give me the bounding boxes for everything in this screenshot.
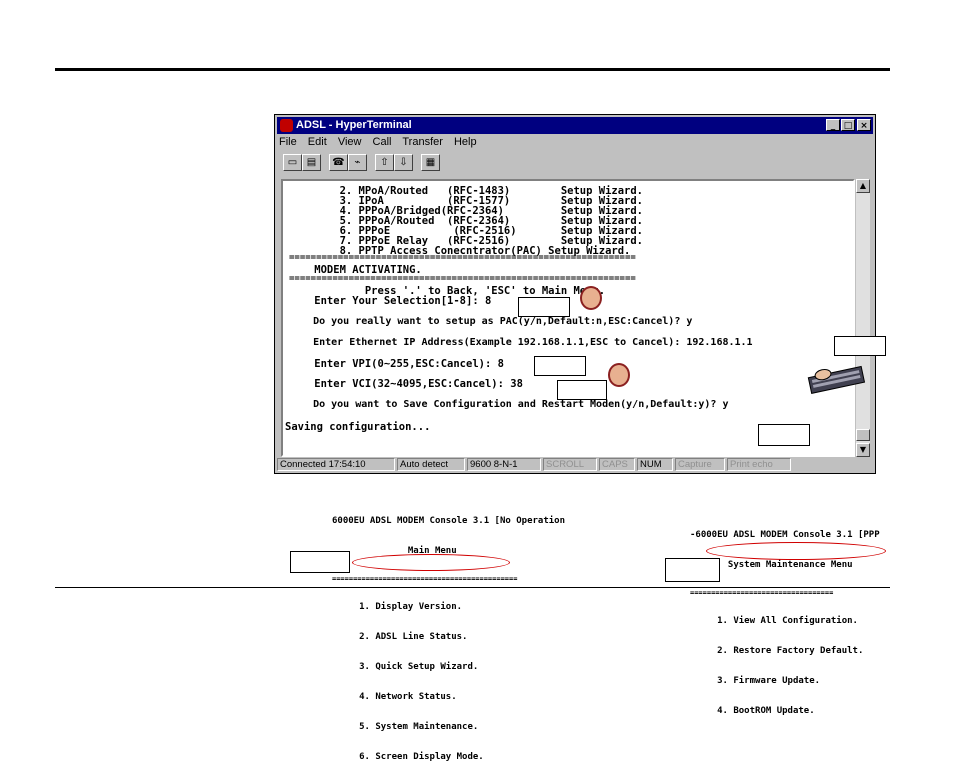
scroll-down-icon[interactable]: ▼ — [856, 443, 870, 457]
status-scroll: SCROLL — [543, 458, 597, 471]
separator-line: ========================================… — [289, 253, 636, 263]
maximize-button[interactable]: □ — [841, 119, 855, 131]
menu-view[interactable]: View — [338, 136, 362, 148]
terminal-line: Enter VCI(32~4095,ESC:Cancel): 38 — [289, 378, 523, 390]
minimize-button[interactable]: _ — [826, 119, 840, 131]
title-bar[interactable]: ADSL - HyperTerminal _ □ × — [277, 117, 873, 134]
console-item: 3. Quick Setup Wizard. — [332, 662, 479, 672]
status-num: NUM — [637, 458, 673, 471]
operator-head-icon — [608, 363, 630, 387]
callout-box — [758, 424, 810, 446]
callout-box — [834, 336, 886, 356]
vertical-scrollbar[interactable]: ▲ ▼ — [856, 179, 870, 457]
callout-box — [665, 558, 720, 582]
status-bar: Connected 17:54:10 Auto detect 9600 8-N-… — [277, 458, 873, 472]
dial-icon[interactable]: ☎ — [329, 154, 348, 171]
menu-bar: File Edit View Call Transfer Help — [279, 136, 485, 151]
console-main-menu: 6000EU ADSL MODEM Console 3.1 [No Operat… — [332, 496, 565, 772]
console-item: 1. Display Version. — [332, 602, 463, 612]
console-title: -6000EU ADSL MODEM Console 3.1 [PPP — [690, 530, 880, 540]
window-title: ADSL - HyperTerminal — [296, 119, 412, 131]
top-rule — [55, 68, 890, 71]
status-capture: Capture — [675, 458, 725, 471]
console-title: 6000EU ADSL MODEM Console 3.1 [No Operat… — [332, 516, 565, 526]
properties-icon[interactable]: ▦ — [421, 154, 440, 171]
console-item: 2. Restore Factory Default. — [690, 646, 864, 656]
separator-line: ========================================… — [332, 575, 518, 583]
menu-transfer[interactable]: Transfer — [402, 136, 443, 148]
console-item: 1. View All Configuration. — [690, 616, 858, 626]
callout-box — [557, 380, 607, 400]
console-item: 4. Network Status. — [332, 692, 457, 702]
scroll-up-icon[interactable]: ▲ — [856, 179, 870, 193]
separator-line: ========================================… — [289, 274, 636, 284]
receive-icon[interactable]: ⇩ — [394, 154, 413, 171]
toolbar: ▭ ▤ ☎ ⌁ ⇧ ⇩ ▦ — [279, 153, 871, 175]
menu-file[interactable]: File — [279, 136, 297, 148]
menu-help[interactable]: Help — [454, 136, 477, 148]
status-settings: 9600 8-N-1 — [467, 458, 541, 471]
scroll-thumb[interactable] — [856, 429, 870, 441]
operator-head-icon — [580, 286, 602, 310]
close-button[interactable]: × — [857, 119, 871, 131]
terminal-line: Do you want to Save Configuration and Re… — [289, 399, 729, 410]
send-icon[interactable]: ⇧ — [375, 154, 394, 171]
callout-box — [518, 297, 570, 317]
terminal-line: Do you really want to setup as PAC(y/n,D… — [289, 316, 693, 327]
separator-line: ================================== — [690, 589, 834, 597]
highlight-oval — [352, 554, 510, 571]
status-connected: Connected 17:54:10 — [277, 458, 395, 471]
highlight-oval — [706, 542, 886, 560]
app-icon — [280, 119, 293, 132]
menu-call[interactable]: Call — [373, 136, 392, 148]
open-icon[interactable]: ▤ — [302, 154, 321, 171]
console-item: 6. Screen Display Mode. — [332, 752, 484, 762]
console-item: 5. System Maintenance. — [332, 722, 479, 732]
console-item: 4. BootROM Update. — [690, 706, 815, 716]
console-item: 3. Firmware Update. — [690, 676, 821, 686]
terminal-area[interactable]: 2. MPoA/Routed (RFC-1483) Setup Wizard. … — [281, 179, 855, 457]
menu-edit[interactable]: Edit — [308, 136, 327, 148]
callout-box — [290, 551, 350, 573]
new-icon[interactable]: ▭ — [283, 154, 302, 171]
terminal-line: Saving configuration... — [285, 421, 431, 433]
terminal-line: Enter Ethernet IP Address(Example 192.16… — [289, 337, 753, 348]
console-item: 2. ADSL Line Status. — [332, 632, 468, 642]
terminal-line: Enter Your Selection[1-8]: 8 — [289, 295, 492, 307]
terminal-line: Enter VPI(0~255,ESC:Cancel): 8 — [289, 358, 504, 370]
bottom-rule — [55, 587, 890, 588]
callout-box — [534, 356, 586, 376]
status-print-echo: Print echo — [727, 458, 791, 471]
status-caps: CAPS — [599, 458, 635, 471]
hyperterminal-window: ADSL - HyperTerminal _ □ × File Edit Vie… — [274, 114, 876, 474]
status-detect: Auto detect — [397, 458, 465, 471]
disconnect-icon[interactable]: ⌁ — [348, 154, 367, 171]
